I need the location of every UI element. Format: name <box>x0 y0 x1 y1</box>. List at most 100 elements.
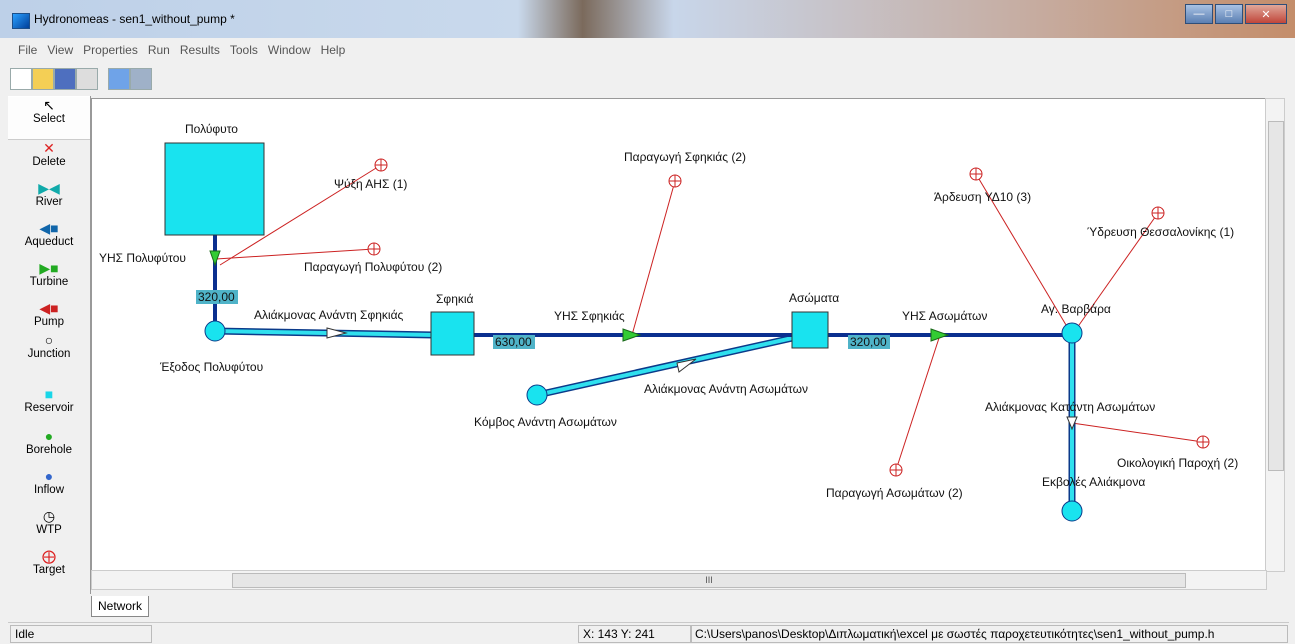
tool-junction[interactable]: ○ Junction <box>8 332 90 360</box>
label-river-sfikias: Αλιάκμονας Ανάντη Σφηκιάς <box>254 308 404 322</box>
label-junction-ekvoles: Εκβολές Αλιάκμονα <box>1042 475 1145 489</box>
target-icon[interactable] <box>1151 206 1165 220</box>
label-target-paragogi-asomata: Παραγωγή Ασωμάτων (2) <box>826 486 963 500</box>
junction-varvara[interactable] <box>1061 322 1083 344</box>
reservoir-icon: ■ <box>44 386 54 402</box>
turbine-icon[interactable] <box>622 328 642 342</box>
label-target-ydrefsi: Ύδρευση Θεσσαλονίκης (1) <box>1087 225 1234 239</box>
menu-run[interactable]: Run <box>148 43 170 57</box>
aqueduct-icon: ◀■ <box>39 220 59 236</box>
tool-borehole[interactable]: ● Borehole <box>8 428 90 456</box>
status-state: Idle <box>10 625 152 643</box>
toolbar <box>8 62 1289 97</box>
turbine-icon[interactable] <box>930 328 950 342</box>
target-icon[interactable] <box>969 167 983 181</box>
print-icon[interactable] <box>76 68 98 90</box>
target-icon[interactable] <box>668 174 682 188</box>
label-turbine-sfikia: ΥΗΣ Σφηκιάς <box>554 309 625 323</box>
junction-ekvoles[interactable] <box>1061 500 1083 522</box>
tool-select[interactable]: ↖ Select <box>8 96 90 140</box>
menu-file[interactable]: File <box>18 43 37 57</box>
new-file-icon[interactable] <box>10 68 32 90</box>
maximize-button[interactable]: □ <box>1215 4 1243 24</box>
label-target-paragogi-sfikia: Παραγωγή Σφηκιάς (2) <box>624 150 746 164</box>
junction-komvos[interactable] <box>526 384 548 406</box>
tab-network[interactable]: Network <box>91 596 150 617</box>
app-icon <box>12 13 30 29</box>
reservoir-sfikia[interactable] <box>430 311 475 356</box>
label-junction-komvos: Κόμβος Ανάντη Ασωμάτων <box>474 415 617 429</box>
menu-tools[interactable]: Tools <box>230 43 258 57</box>
minimize-button[interactable]: — <box>1185 4 1213 24</box>
label-target-oikologiki: Οικολογική Παροχή (2) <box>1117 456 1238 470</box>
status-coordinates: X: 143 Y: 241 <box>578 625 692 643</box>
label-reservoir-asomata: Ασώματα <box>789 291 839 305</box>
reservoir-polyfyto[interactable] <box>164 142 265 236</box>
link-paragogi-polyfyto[interactable] <box>215 248 375 260</box>
tool-target[interactable]: ⨁ Target <box>8 548 90 576</box>
menu-results[interactable]: Results <box>180 43 220 57</box>
tool-river[interactable]: ▶◀ River <box>8 180 90 208</box>
turbine-icon: ▶■ <box>39 260 59 276</box>
turbine-icon[interactable] <box>209 250 221 267</box>
target-icon: ⨁ <box>42 548 56 564</box>
tool-reservoir[interactable]: ■ Reservoir <box>8 386 90 414</box>
main-frame: ↖ Select ✕ Delete ▶◀ River ◀■ Aqueduct ▶… <box>8 96 1289 622</box>
inflow-icon: ● <box>44 468 54 484</box>
junction-exodos[interactable] <box>204 320 226 342</box>
reservoir-asomata[interactable] <box>791 311 829 349</box>
label-reservoir-polyfyto: Πολύφυτο <box>185 122 238 136</box>
tool-aqueduct[interactable]: ◀■ Aqueduct <box>8 220 90 248</box>
link-paragogi-asomata[interactable] <box>895 334 941 471</box>
menu-bar: File View Properties Run Results Tools W… <box>8 38 1289 62</box>
target-icon[interactable] <box>374 158 388 172</box>
horizontal-scrollbar[interactable]: III <box>91 570 1267 590</box>
pump-icon: ◀■ <box>39 300 59 316</box>
window-title: Hydronomeas - sen1_without_pump * <box>34 12 235 26</box>
menu-view[interactable]: View <box>47 43 73 57</box>
horizontal-scroll-thumb[interactable]: III <box>232 573 1186 588</box>
capacity-asomata: 320,00 <box>850 335 887 349</box>
vertical-scroll-thumb[interactable] <box>1268 121 1284 471</box>
status-bar: Idle X: 143 Y: 241 C:\Users\panos\Deskto… <box>8 622 1289 643</box>
river-icon: ▶◀ <box>38 180 60 196</box>
borehole-icon: ● <box>44 428 54 444</box>
tool-delete[interactable]: ✕ Delete <box>8 140 90 168</box>
target-icon[interactable] <box>889 463 903 477</box>
link-oikologiki[interactable] <box>1071 422 1204 443</box>
label-turbine-asomata: ΥΗΣ Ασωμάτων <box>902 309 987 323</box>
brain-icon[interactable] <box>130 68 152 90</box>
menu-properties[interactable]: Properties <box>83 43 138 57</box>
vertical-scrollbar[interactable] <box>1265 98 1285 572</box>
open-folder-icon[interactable] <box>32 68 54 90</box>
tool-palette: ↖ Select ✕ Delete ▶◀ River ◀■ Aqueduct ▶… <box>8 96 91 594</box>
target-icon[interactable] <box>1196 435 1210 449</box>
label-junction-varvara: Αγ. Βαρβάρα <box>1041 302 1111 316</box>
chart-icon[interactable] <box>108 68 130 90</box>
tool-turbine[interactable]: ▶■ Turbine <box>8 260 90 288</box>
label-turbine-polyfyto: ΥΗΣ Πολυφύτου <box>99 251 186 265</box>
label-junction-exodos: Έξοδος Πολυφύτου <box>159 360 263 374</box>
target-icon[interactable] <box>367 242 381 256</box>
label-target-ardefsi: Άρδευση ΥΔ10 (3) <box>934 190 1031 204</box>
link-paragogi-sfikia[interactable] <box>631 180 676 336</box>
status-file-path: C:\Users\panos\Desktop\Διπλωματική\excel… <box>690 625 1288 643</box>
cursor-icon: ↖ <box>43 97 55 113</box>
label-target-psyxi: Ψύξη ΑΗΣ (1) <box>334 177 407 191</box>
label-river-katanti: Αλιάκμονας Κατάντη Ασωμάτων <box>985 400 1155 414</box>
menu-window[interactable]: Window <box>268 43 311 57</box>
tool-pump[interactable]: ◀■ Pump <box>8 300 90 328</box>
close-button[interactable]: ✕ <box>1245 4 1287 24</box>
tool-wtp[interactable]: ◷ WTP <box>8 508 90 536</box>
title-bar: Hydronomeas - sen1_without_pump * — □ ✕ <box>0 0 1295 38</box>
label-river-asomaton: Αλιάκμονας Ανάντη Ασωμάτων <box>644 382 808 396</box>
junction-icon: ○ <box>44 332 54 348</box>
save-icon[interactable] <box>54 68 76 90</box>
menu-help[interactable]: Help <box>321 43 346 57</box>
capacity-sfikia: 630,00 <box>495 335 532 349</box>
capacity-polyfyto: 320,00 <box>198 290 235 304</box>
label-reservoir-sfikia: Σφηκιά <box>436 292 474 306</box>
label-target-paragogi-polyfyto: Παραγωγή Πολυφύτου (2) <box>304 260 442 274</box>
tool-inflow[interactable]: ● Inflow <box>8 468 90 496</box>
network-canvas[interactable]: 320,00 630,00 320,00 Πολύφυτο Ψύξη ΑΗΣ (… <box>91 98 1267 572</box>
